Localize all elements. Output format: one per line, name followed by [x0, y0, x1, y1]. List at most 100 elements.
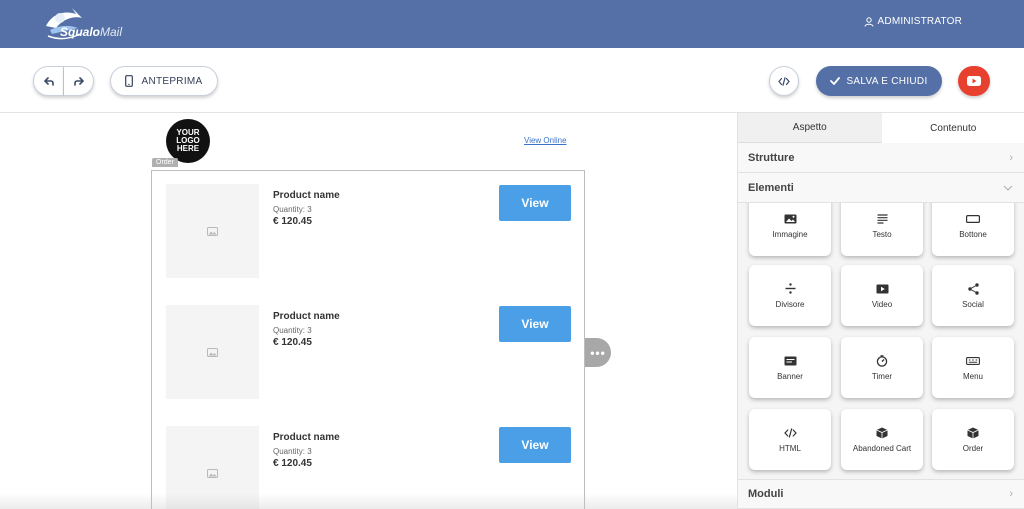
video-icon: [875, 283, 889, 295]
element-label: Order: [962, 443, 984, 453]
share-icon: [966, 282, 980, 295]
section-strutture[interactable]: Strutture ›: [738, 143, 1024, 173]
product-price: € 120.45: [273, 337, 312, 348]
block-options-button[interactable]: •••: [585, 338, 611, 367]
redo-icon: [73, 76, 84, 86]
check-icon: [830, 77, 841, 85]
element-tile-timer[interactable]: Timer: [841, 337, 923, 398]
email-logo-placeholder[interactable]: YOUR LOGO HERE: [166, 119, 210, 163]
product-image: [166, 184, 259, 278]
code-icon: [783, 427, 797, 439]
element-label: Social: [962, 299, 984, 309]
chevron-down-icon: [1003, 185, 1013, 191]
element-label: Testo: [872, 229, 892, 239]
product-price: € 120.45: [273, 458, 312, 469]
logo-line-3: HERE: [176, 144, 200, 153]
element-tile-social[interactable]: Social: [932, 265, 1014, 326]
source-code-button[interactable]: [769, 66, 799, 96]
product-name: Product name: [273, 311, 340, 322]
view-product-button[interactable]: View: [499, 306, 571, 342]
element-tile-testo[interactable]: Testo: [841, 203, 923, 256]
product-item[interactable]: Product name Quantity: 3 € 120.45 View: [166, 305, 571, 399]
image-icon: [783, 213, 797, 225]
element-tile-video[interactable]: Video: [841, 265, 923, 326]
section-strutture-label: Strutture: [748, 151, 795, 164]
product-item[interactable]: Product name Quantity: 3 € 120.45 View: [166, 184, 571, 278]
more-dots-icon: •••: [590, 345, 606, 360]
tab-contenuto[interactable]: Contenuto: [881, 113, 1024, 143]
element-tile-divisore[interactable]: Divisore: [749, 265, 831, 326]
code-icon: [778, 76, 790, 86]
user-label: ADMINISTRATOR: [877, 16, 962, 27]
panel-tabs: Aspetto Contenuto: [738, 113, 1024, 143]
element-tile-banner[interactable]: Banner: [749, 337, 831, 398]
logo-text-thin: Mail: [100, 25, 123, 39]
element-tile-order[interactable]: Order: [932, 409, 1014, 470]
undo-button[interactable]: [33, 66, 64, 96]
section-moduli-label: Moduli: [748, 488, 784, 500]
content-panel: Aspetto Contenuto Strutture › Elementi I…: [737, 113, 1024, 509]
banner-icon: [783, 355, 797, 367]
element-label: Divisore: [775, 299, 805, 309]
element-label: Menu: [962, 371, 983, 381]
product-price: € 120.45: [273, 216, 312, 227]
save-label: SALVA E CHIUDI: [846, 75, 928, 87]
divider-icon: [783, 283, 797, 295]
element-tile-html[interactable]: HTML: [749, 409, 831, 470]
element-label: HTML: [779, 443, 801, 453]
menu-icon: [966, 355, 980, 367]
image-placeholder-icon: [207, 468, 218, 478]
squalomail-logo[interactable]: SqualoMail: [42, 4, 132, 44]
section-moduli[interactable]: Moduli ›: [738, 479, 1024, 509]
element-label: Bottone: [959, 229, 987, 239]
element-tile-immagine[interactable]: Immagine: [749, 203, 831, 256]
element-tile-menu[interactable]: Menu: [932, 337, 1014, 398]
product-name: Product name: [273, 190, 340, 201]
logo-text: Squalo: [60, 25, 101, 39]
product-image: [166, 305, 259, 399]
section-elementi-label: Elementi: [748, 181, 794, 194]
element-label: Timer: [871, 371, 893, 381]
element-label: Abandoned Cart: [852, 443, 912, 453]
view-product-button[interactable]: View: [499, 427, 571, 463]
box-icon: [875, 427, 889, 439]
element-label: Banner: [777, 371, 803, 381]
image-placeholder-icon: [207, 226, 218, 236]
element-label: Immagine: [772, 229, 808, 239]
element-tile-bottone[interactable]: Bottone: [932, 203, 1014, 256]
mobile-icon: [125, 75, 134, 87]
chevron-right-icon: ›: [1009, 151, 1013, 164]
section-elementi[interactable]: Elementi: [738, 173, 1024, 203]
tab-aspetto[interactable]: Aspetto: [738, 113, 882, 143]
user-icon: [864, 16, 874, 27]
timer-icon: [875, 354, 889, 367]
chevron-right-icon: ›: [1009, 488, 1013, 500]
text-icon: [875, 213, 889, 225]
order-block[interactable]: Product name Quantity: 3 € 120.45 View P…: [151, 170, 585, 509]
youtube-icon: [967, 76, 981, 86]
redo-button[interactable]: [64, 66, 94, 96]
youtube-tutorial-button[interactable]: [958, 66, 990, 96]
product-name: Product name: [273, 432, 340, 443]
box-icon: [966, 427, 980, 439]
top-bar: SqualoMail ADMINISTRATOR: [0, 0, 1024, 48]
image-placeholder-icon: [207, 347, 218, 357]
view-product-button[interactable]: View: [499, 185, 571, 221]
elements-grid: Immagine Testo Bottone Divisore Video So…: [738, 203, 1024, 479]
preview-button[interactable]: ANTEPRIMA: [110, 66, 218, 96]
canvas-bottom-shade: [0, 493, 737, 509]
view-online-link[interactable]: View Online: [524, 136, 567, 145]
element-tile-abandoned-cart[interactable]: Abandoned Cart: [841, 409, 923, 470]
product-quantity: Quantity: 3: [273, 205, 312, 214]
preview-label: ANTEPRIMA: [141, 75, 203, 87]
button-icon: [966, 213, 980, 225]
element-label: Video: [871, 299, 893, 309]
email-canvas: YOUR LOGO HERE View Online Order Product…: [0, 113, 737, 509]
undo-icon: [43, 76, 54, 86]
save-and-close-button[interactable]: SALVA E CHIUDI: [816, 66, 942, 96]
product-quantity: Quantity: 3: [273, 447, 312, 456]
block-tag[interactable]: Order: [152, 158, 178, 167]
product-quantity: Quantity: 3: [273, 326, 312, 335]
user-menu[interactable]: ADMINISTRATOR: [864, 16, 962, 27]
editor-toolbar: ANTEPRIMA SALVA E CHIUDI: [0, 48, 1024, 113]
